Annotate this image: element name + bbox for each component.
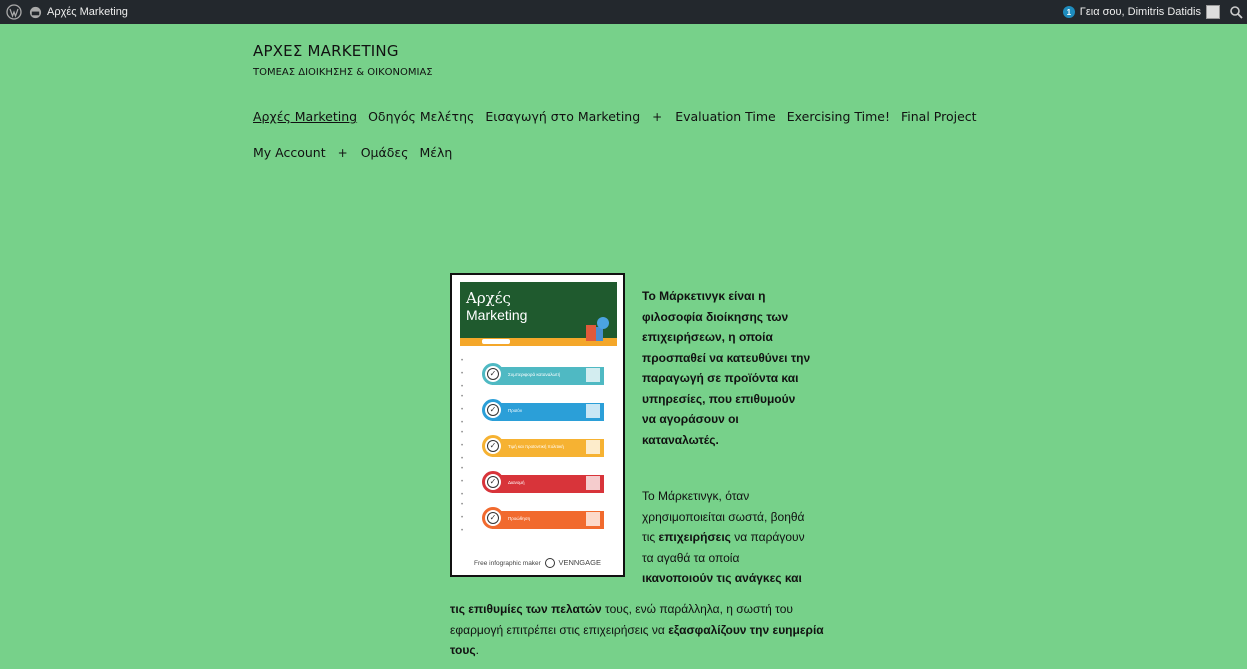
menu-item-odigos-meletis[interactable]: Οδηγός Μελέτης (368, 109, 474, 124)
infographic-item: ✓ Προϊόν (482, 399, 604, 423)
check-icon: ✓ (487, 440, 499, 452)
notification-badge[interactable]: 1 (1062, 6, 1075, 18)
account-greeting[interactable]: Γεια σου, Dimitris Datidis (1080, 6, 1201, 18)
submenu-toggle-eisagogi[interactable]: + (652, 110, 662, 124)
infographic-item-label: Προώθηση (508, 516, 531, 521)
globe-icon (597, 317, 609, 329)
check-circle-icon: ✓ (482, 399, 504, 421)
menu-item-evaluation-time[interactable]: Evaluation Time (675, 109, 776, 124)
infographic-item-label: Διανομή (508, 480, 525, 485)
infographic-item-icon (586, 512, 600, 526)
site-description: ΤΟΜΕΑΣ ΔΙΟΙΚΗΣΗΣ & ΟΙΚΟΝΟΜΙΑΣ (253, 67, 433, 78)
infographic-item-label: Προϊόν (508, 408, 523, 413)
check-icon: ✓ (487, 512, 499, 524)
venngage-logo-icon (544, 558, 555, 568)
menu-item-exercising-time[interactable]: Exercising Time! (787, 109, 890, 124)
check-icon: ✓ (487, 368, 499, 380)
infographic-item-icon (586, 440, 600, 454)
infographic-bullet-dots: • • • (461, 394, 464, 426)
infographic-bullet-dots: • • • (461, 430, 464, 462)
infographic-item-icon (586, 368, 600, 382)
article-paragraph-1: Το Μάρκετινγκ είναι η φιλοσοφία διοίκηση… (642, 289, 811, 447)
infographic-item: ✓ Τιμή και προϊοντική πολιτική (482, 435, 604, 459)
check-circle-icon: ✓ (482, 471, 504, 493)
menu-item-final-project[interactable]: Final Project (901, 109, 977, 124)
infographic-bullet-dots: • • • (461, 502, 464, 534)
avatar[interactable] (1206, 5, 1220, 19)
article-paragraph-2: Το Μάρκετινγκ, όταν χρησιμοποιείται σωστ… (642, 486, 812, 589)
menu-item-eisagogi[interactable]: Εισαγωγή στο Marketing (485, 109, 640, 124)
infographic-item-label: Τιμή και προϊοντική πολιτική (508, 444, 564, 449)
primary-menu-row-1: Αρχές Marketing Οδηγός Μελέτης Εισαγωγή … (253, 109, 988, 124)
infographic-image[interactable]: Αρχές Marketing ✓ Συμπεριφορά καταναλωτή •… (450, 273, 625, 577)
infographic-title-line2: Marketing (466, 307, 528, 323)
infographic-item: ✓ Συμπεριφορά καταναλωτή (482, 363, 604, 387)
pencil-icon (482, 339, 510, 344)
admin-site-link[interactable]: Αρχές Marketing (29, 0, 128, 24)
check-circle-icon: ✓ (482, 363, 504, 385)
infographic-item-icon (586, 476, 600, 490)
article-strong-text: ικανοποιούν τις ανάγκες και (642, 571, 802, 585)
infographic-footer: Free infographic maker VENNGAGE (452, 558, 623, 568)
menu-item-my-account[interactable]: My Account (253, 145, 326, 160)
menu-item-meli[interactable]: Μέλη (419, 145, 452, 160)
admin-bar: Αρχές Marketing 1 Γεια σου, Dimitris Dat… (0, 0, 1247, 24)
wordpress-logo-icon[interactable] (6, 4, 22, 20)
article-paragraph-3: τις επιθυμίες των πελατών τους, ενώ παρά… (450, 599, 830, 661)
infographic-item: ✓ Προώθηση (482, 507, 604, 531)
infographic-title-line1: Αρχές (466, 289, 511, 307)
search-icon[interactable] (1229, 5, 1243, 19)
site-title[interactable]: ΑΡΧΕΣ MARKETING (253, 42, 399, 60)
submenu-toggle-my-account[interactable]: + (338, 146, 348, 160)
check-icon: ✓ (487, 476, 499, 488)
primary-menu-row-2: My Account + Ομάδες Μέλη (253, 145, 463, 160)
article-strong-text: επιχειρήσεις (658, 530, 731, 544)
infographic-item-icon (586, 404, 600, 418)
check-circle-icon: ✓ (482, 435, 504, 457)
menu-item-arxes-marketing[interactable]: Αρχές Marketing (253, 109, 357, 124)
books-icon (586, 325, 596, 341)
books-icon (596, 327, 603, 341)
article-strong-text: τις επιθυμίες των πελατών (450, 602, 602, 616)
infographic-footer-small: Free infographic maker (474, 559, 541, 567)
article-text: . (475, 643, 479, 657)
check-circle-icon: ✓ (482, 507, 504, 529)
check-icon: ✓ (487, 404, 499, 416)
infographic-footer-brand: VENNGAGE (558, 557, 601, 567)
infographic-bullet-dots: • • • (461, 358, 464, 390)
menu-item-omades[interactable]: Ομάδες (361, 145, 409, 160)
admin-site-name: Αρχές Marketing (47, 6, 128, 18)
dashboard-icon (29, 6, 42, 18)
infographic-item-label: Συμπεριφορά καταναλωτή (508, 372, 561, 377)
infographic-item: ✓ Διανομή (482, 471, 604, 495)
infographic-bullet-dots: • • • (461, 466, 464, 498)
